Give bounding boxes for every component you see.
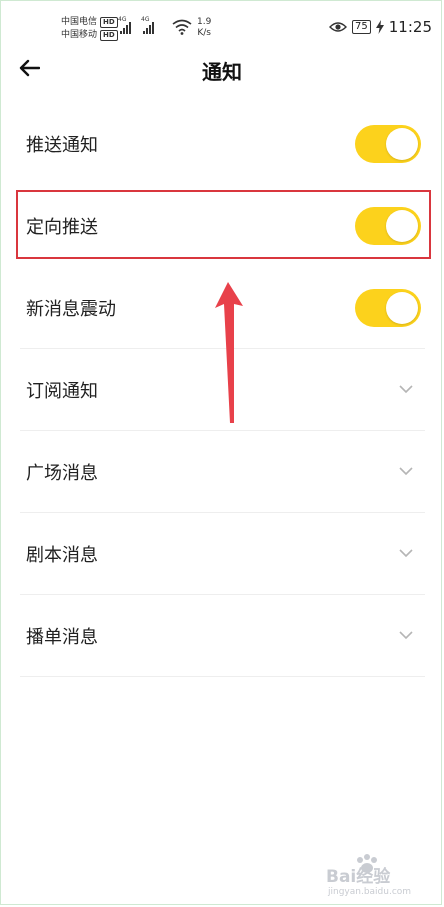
chevron-down-icon[interactable] [397, 381, 415, 399]
title-bar: 通知 [0, 46, 444, 90]
setting-label: 推送通知 [26, 135, 98, 156]
toggle-knob [386, 291, 418, 324]
status-bar: 中国电信 HD 中国移动 HD 4G 4G 1.9 K/s 75 11:25 [0, 0, 444, 46]
page-title: 通知 [202, 60, 242, 84]
network-type: 4G [118, 16, 127, 23]
watermark-url: jingyan.baidu.com [327, 887, 411, 897]
toggle-knob [386, 128, 418, 160]
chevron-down-icon[interactable] [397, 545, 415, 563]
carrier-1: 中国电信 [61, 17, 98, 27]
baidu-jingyan-watermark: Bai经验 jingyan.baidu.com [326, 854, 411, 897]
chevron-down-icon[interactable] [397, 463, 415, 481]
vibration-toggle[interactable] [355, 288, 421, 327]
setting-playlist-messages[interactable]: 播单消息 [20, 595, 425, 677]
chevron-down-icon[interactable] [397, 627, 415, 645]
push-notification-toggle[interactable] [355, 125, 421, 163]
setting-push-notification: 推送通知 [20, 103, 425, 185]
speed-unit: K/s [197, 28, 211, 38]
setting-label: 订阅通知 [26, 380, 98, 402]
battery-level: 75 [352, 20, 371, 34]
signal-icon: 4G [118, 16, 131, 34]
wifi-icon [172, 19, 192, 35]
setting-label: 剧本消息 [26, 544, 98, 566]
network-type: 4G [141, 16, 150, 23]
setting-script-messages[interactable]: 剧本消息 [20, 513, 425, 595]
annotation-arrow-icon [215, 282, 243, 423]
charging-icon [375, 20, 384, 34]
setting-label: 新消息震动 [26, 298, 116, 320]
setting-label: 播单消息 [26, 626, 98, 648]
watermark-brand: Bai经验 [326, 866, 391, 887]
eye-icon [329, 22, 348, 32]
setting-plaza-messages[interactable]: 广场消息 [20, 431, 425, 513]
setting-label: 广场消息 [26, 462, 98, 484]
network-speed: 1.9 K/s [197, 17, 211, 39]
status-right: 75 11:25 [329, 18, 432, 36]
clock: 11:25 [388, 18, 432, 36]
hd-badge: HD [100, 30, 118, 41]
signal-icon: 4G [141, 16, 154, 34]
speed-value: 1.9 [197, 17, 212, 27]
hd-badge: HD [100, 17, 118, 28]
highlight-box [16, 190, 431, 259]
signal-icons: 4G 4G [118, 16, 154, 34]
carrier-info: 中国电信 HD 中国移动 HD [61, 16, 118, 42]
carrier-2: 中国移动 [61, 30, 98, 40]
